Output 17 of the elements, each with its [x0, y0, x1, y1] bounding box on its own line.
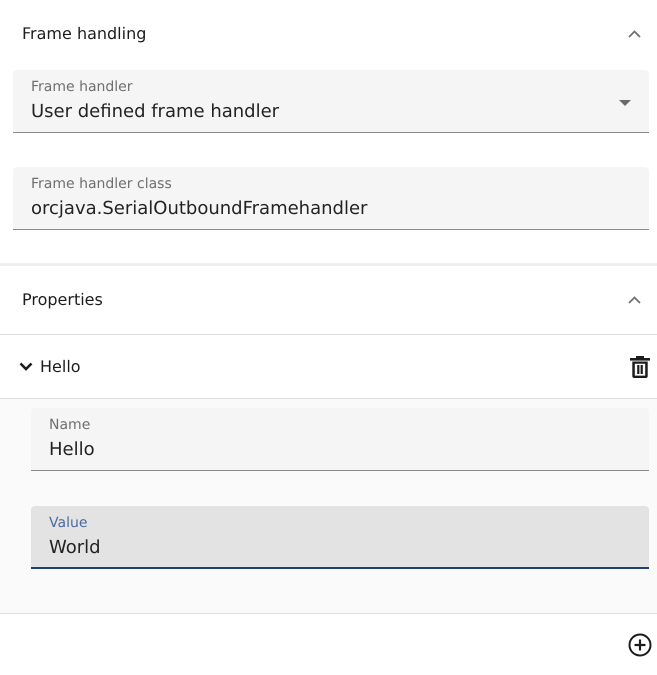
chevron-down-icon[interactable] — [19, 362, 33, 371]
dropdown-arrow-icon[interactable] — [619, 100, 631, 106]
text-field[interactable]: Value World — [31, 506, 649, 569]
chevron-up-icon[interactable] — [628, 30, 641, 38]
field-label: Frame handler — [31, 78, 133, 96]
field-label: Value — [49, 514, 88, 532]
trash-icon[interactable] — [630, 356, 650, 378]
property-toggle[interactable]: Hello — [19, 352, 81, 382]
accordion-header[interactable]: Properties — [0, 266, 657, 334]
chevron-up-icon[interactable] — [628, 296, 641, 304]
add-circle-icon[interactable] — [628, 633, 652, 657]
field-label: Name — [49, 416, 90, 434]
dropdown-field[interactable]: Frame handler User defined frame handler — [13, 70, 649, 133]
text-field[interactable]: Name Hello — [31, 408, 649, 471]
field-label: Frame handler class — [31, 175, 172, 193]
accordion-header[interactable]: Frame handling — [0, 0, 657, 68]
text-field[interactable]: Frame handler class orcjava.SerialOutboundFramehandler — [13, 167, 649, 230]
